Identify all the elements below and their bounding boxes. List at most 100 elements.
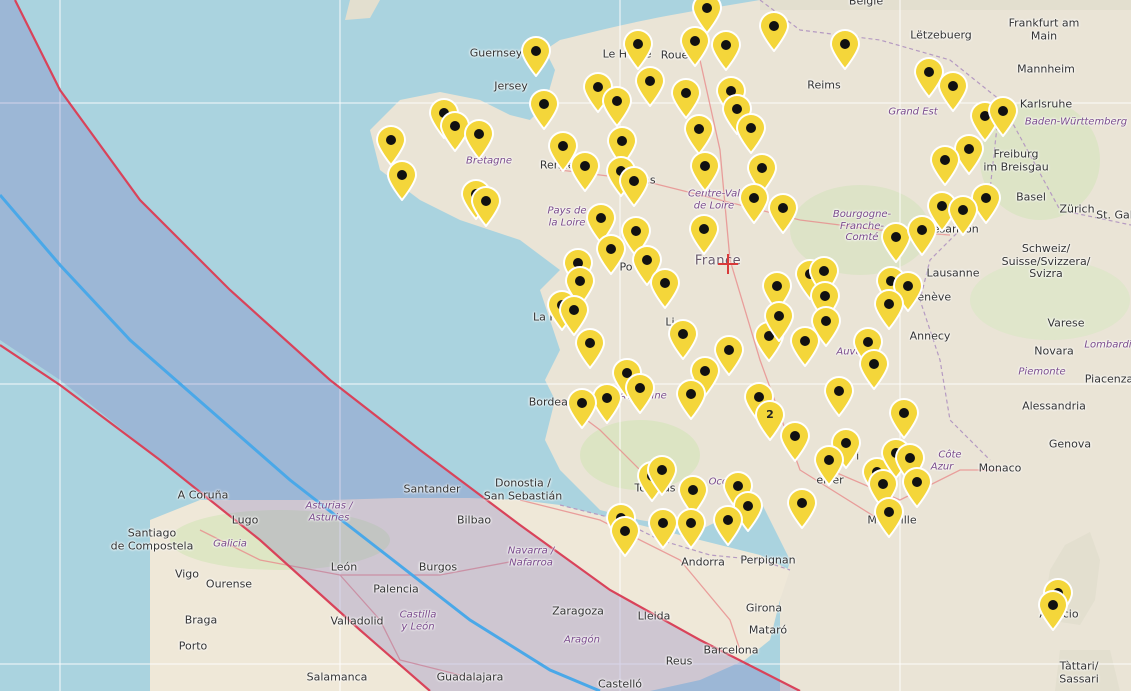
north-coast <box>760 0 1131 10</box>
map-label-navarra: Navarra / Nafarroa <box>507 545 555 569</box>
map-label-castilla: Castilla y León <box>399 609 437 633</box>
location-marker-pin[interactable] <box>682 113 716 155</box>
location-marker-pin[interactable] <box>645 454 679 496</box>
cluster-marker-pin[interactable]: 2 <box>753 399 787 441</box>
location-marker-pin[interactable] <box>469 185 503 227</box>
map-label-bilbao: Bilbao <box>456 513 492 527</box>
map-label-galicia: Galicia <box>213 538 247 550</box>
map-label-ourense: Ourense <box>205 577 253 591</box>
location-marker-pin[interactable] <box>565 387 599 429</box>
map-label-jersey: Jersey <box>494 79 528 93</box>
map-label-guadalajara: Guadalajara <box>436 670 504 684</box>
location-marker-pin[interactable] <box>648 267 682 309</box>
location-marker-pin[interactable] <box>766 192 800 234</box>
map-label-grand-est: Grand Est <box>888 106 938 118</box>
map-label-cote: Côte <box>938 449 962 461</box>
location-marker-pin[interactable] <box>674 507 708 549</box>
location-marker-pin[interactable] <box>666 318 700 360</box>
location-marker-pin[interactable] <box>828 28 862 70</box>
location-marker-pin[interactable] <box>857 348 891 390</box>
location-marker-pin[interactable] <box>687 213 721 255</box>
map-label-belgie: België <box>848 0 884 8</box>
location-marker-pin[interactable] <box>928 144 962 186</box>
location-marker-pin[interactable] <box>905 214 939 256</box>
map-label-donostia: Donostia / San Sebastián <box>483 476 563 502</box>
map-label-salamanca: Salamanca <box>306 670 368 684</box>
location-marker-pin[interactable] <box>822 375 856 417</box>
map-label-santiago: Santiago de Compostela <box>110 526 194 552</box>
location-marker-pin[interactable] <box>872 496 906 538</box>
location-marker-pin[interactable] <box>812 444 846 486</box>
location-marker-pin[interactable] <box>711 504 745 546</box>
location-marker-pin[interactable] <box>600 85 634 127</box>
map-label-lausanne: Lausanne <box>926 266 980 280</box>
map-label-andorra: Andorra <box>681 555 725 569</box>
map-label-schweiz: Schweiz/Suisse/Svizzera/Svizra <box>1001 242 1091 281</box>
location-marker-pin[interactable] <box>1036 589 1070 631</box>
map-label-leon: León <box>330 560 358 574</box>
map-label-karlsruhe: Karlsruhe <box>1019 97 1073 111</box>
map-label-novara: Novara <box>1034 344 1074 358</box>
map-label-barcelona: Barcelona <box>703 643 759 657</box>
map-label-annecy: Annecy <box>909 329 951 343</box>
location-marker-pin[interactable] <box>946 194 980 236</box>
location-marker-pin[interactable] <box>519 35 553 77</box>
location-marker-pin[interactable] <box>608 515 642 557</box>
location-marker-pin[interactable] <box>936 70 970 112</box>
map-label-letzebuerg: Lëtzebuerg <box>910 28 972 42</box>
map-label-a-coruna: A Coruña <box>177 488 229 502</box>
map-label-lombardia: Lombardi <box>1084 339 1131 351</box>
location-marker-pin[interactable] <box>385 159 419 201</box>
location-marker-pin[interactable] <box>568 150 602 192</box>
location-marker-pin[interactable] <box>623 372 657 414</box>
location-marker-pin[interactable] <box>617 165 651 207</box>
map-label-burgos: Burgos <box>418 560 458 574</box>
map-label-pays-loire: Pays de la Loire <box>547 205 587 229</box>
location-marker-pin[interactable] <box>621 28 655 70</box>
location-marker-pin[interactable] <box>633 65 667 107</box>
map-label-aragon: Aragón <box>564 634 600 646</box>
map-label-zaragoza: Zaragoza <box>552 604 604 618</box>
location-marker-pin[interactable] <box>709 29 743 71</box>
map-label-asturias: Asturias / Asturies <box>305 500 353 524</box>
map-label-monaco: Monaco <box>978 461 1022 475</box>
map-label-santander: Santander <box>403 482 461 496</box>
location-marker-pin[interactable] <box>734 112 768 154</box>
map-label-reus: Reus <box>665 654 693 668</box>
map-label-stgal: St. Gall <box>1096 208 1131 222</box>
location-marker-pin[interactable] <box>887 397 921 439</box>
location-marker-pin[interactable] <box>594 233 628 275</box>
location-marker-pin[interactable] <box>762 300 796 342</box>
channel-islands <box>345 0 380 20</box>
map-label-lleida: Lleida <box>637 609 671 623</box>
location-marker-pin[interactable] <box>688 150 722 192</box>
map-label-vigo: Vigo <box>174 567 200 581</box>
map-label-mannheim: Mannheim <box>1017 62 1075 76</box>
map-label-piemonte: Piemonte <box>1018 366 1066 378</box>
map-label-freiburg: Freiburg im Breisgau <box>983 147 1049 173</box>
map-label-castello: Castelló <box>597 677 643 691</box>
location-marker-pin[interactable] <box>690 0 724 34</box>
location-marker-pin[interactable] <box>757 10 791 52</box>
location-marker-pin[interactable] <box>785 487 819 529</box>
map-label-guernsey: Guernsey <box>469 46 523 60</box>
map-label-reims: Reims <box>807 78 841 92</box>
location-marker-pin[interactable] <box>462 118 496 160</box>
map-label-alessandria: Alessandria <box>1022 399 1086 413</box>
map-label-girona: Girona <box>745 601 783 615</box>
map-label-porto: Porto <box>178 639 208 653</box>
map-label-tattari: Tàttari/Sassari <box>1059 659 1099 685</box>
location-marker-pin[interactable] <box>527 88 561 130</box>
map-view[interactable]: GuernseyJerseyLe HavreRouenReimsLëtzebue… <box>0 0 1131 691</box>
location-marker-pin[interactable] <box>573 327 607 369</box>
map-label-zurich: Zürich <box>1059 202 1095 216</box>
location-marker-pin[interactable] <box>674 378 708 420</box>
cluster-count: 2 <box>766 408 774 421</box>
location-marker-pin[interactable] <box>986 95 1020 137</box>
map-label-frankfurt: Frankfurt am Main <box>1008 16 1080 42</box>
center-crosshair-icon <box>718 254 738 274</box>
location-marker-pin[interactable] <box>872 288 906 330</box>
map-label-mataro: Mataró <box>748 623 788 637</box>
map-label-baden: Baden-Württemberg <box>1024 116 1128 128</box>
map-label-valladolid: Valladolid <box>330 614 384 628</box>
